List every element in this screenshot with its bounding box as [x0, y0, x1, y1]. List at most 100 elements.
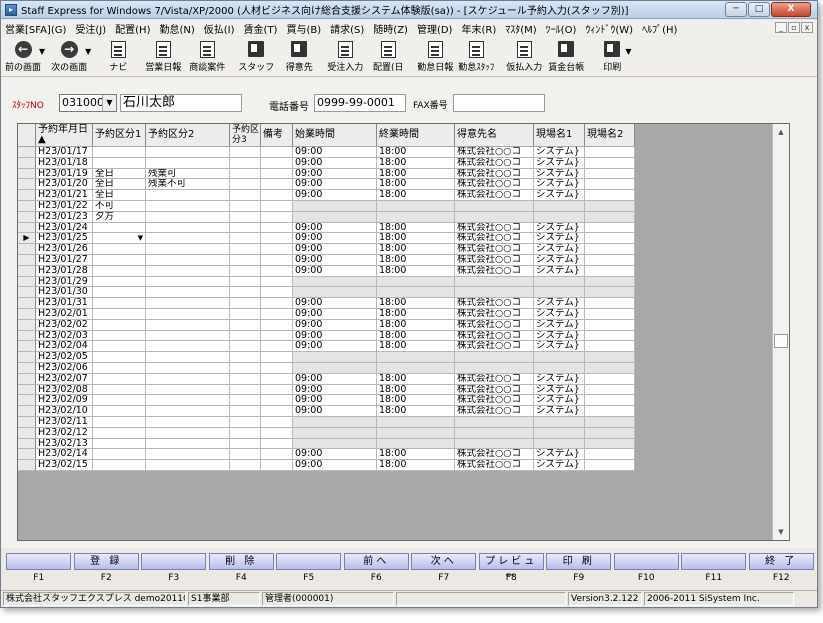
cell-site2[interactable] — [585, 276, 635, 288]
cell-type1[interactable] — [93, 276, 146, 288]
cell-site1[interactable]: システム} — [534, 406, 585, 417]
cell-type2[interactable] — [146, 233, 230, 245]
cell-type2[interactable] — [146, 362, 230, 374]
close-button[interactable]: X — [771, 2, 811, 17]
cell-type2[interactable] — [146, 254, 230, 266]
row-selector[interactable] — [18, 449, 36, 461]
cell-type1[interactable]: 全日 — [93, 179, 146, 191]
cell-site2[interactable] — [585, 384, 635, 396]
cell-type1[interactable] — [93, 395, 146, 407]
cell-start-time[interactable]: 09:00 — [293, 157, 377, 169]
cell-note[interactable] — [261, 200, 293, 212]
cell-note[interactable] — [261, 298, 293, 309]
table-row[interactable]: H23/02/08 09:00 18:00 株式会社○○コ システム} — [18, 384, 635, 396]
cell-customer[interactable]: 株式会社○○コ — [455, 460, 534, 471]
cell-site2[interactable] — [585, 298, 635, 309]
forward-history-dropdown-icon[interactable]: ▼ — [85, 47, 91, 56]
menu-attendance[interactable]: 勤怠(N) — [159, 21, 194, 36]
cell-end-time[interactable]: 18:00 — [377, 157, 455, 169]
cell-site2[interactable] — [585, 362, 635, 374]
cell-site1[interactable] — [534, 427, 585, 439]
col-header-date[interactable]: 予約年月日▲ — [36, 124, 93, 146]
menu-admin[interactable]: 管理(D) — [417, 21, 453, 36]
cell-type3[interactable] — [230, 147, 261, 158]
cell-site2[interactable] — [585, 190, 635, 201]
table-row[interactable]: H23/01/23 夕方 — [18, 211, 635, 223]
cell-note[interactable] — [261, 233, 293, 245]
menu-advance[interactable]: 仮払(I) — [204, 21, 235, 36]
cell-type3[interactable] — [230, 406, 261, 417]
cell-note[interactable] — [261, 373, 293, 385]
menu-yearend[interactable]: 年末(R) — [461, 21, 496, 36]
table-row[interactable]: H23/02/12 — [18, 427, 635, 439]
table-row[interactable]: H23/02/11 — [18, 416, 635, 428]
menu-master[interactable]: ﾏｽﾀ(M) — [505, 21, 536, 36]
cell-site1[interactable]: システム} — [534, 341, 585, 353]
cell-type1[interactable] — [93, 222, 146, 234]
cell-type1[interactable]: 不可 — [93, 200, 146, 212]
row-selector[interactable] — [18, 254, 36, 266]
table-row[interactable]: H23/01/28 09:00 18:00 株式会社○○コ システム} — [18, 265, 635, 277]
cell-type1[interactable] — [93, 254, 146, 266]
cell-type2[interactable] — [146, 287, 230, 299]
cell-site1[interactable]: システム} — [534, 298, 585, 309]
mdi-minimize-button[interactable]: _ — [775, 22, 787, 33]
cell-customer[interactable]: 株式会社○○コ — [455, 341, 534, 353]
cell-customer[interactable] — [455, 438, 534, 450]
table-row[interactable]: H23/02/07 09:00 18:00 株式会社○○コ システム} — [18, 373, 635, 385]
col-header-customer[interactable]: 得意先名 — [455, 124, 534, 146]
cell-start-time[interactable]: 09:00 — [293, 319, 377, 331]
vertical-scrollbar[interactable]: ▲ ▼ — [772, 124, 789, 540]
row-selector[interactable] — [18, 244, 36, 255]
cell-site2[interactable] — [585, 330, 635, 342]
cell-start-time[interactable] — [293, 438, 377, 450]
row-selector[interactable] — [18, 438, 36, 450]
cell-type1[interactable] — [93, 438, 146, 450]
cell-start-time[interactable]: 09:00 — [293, 308, 377, 320]
back-button[interactable]: ← 前の画面 — [3, 37, 43, 75]
cell-type3[interactable] — [230, 395, 261, 407]
cell-type1[interactable] — [93, 319, 146, 331]
cell-start-time[interactable] — [293, 211, 377, 223]
cell-start-time[interactable] — [293, 362, 377, 374]
cell-type2[interactable] — [146, 319, 230, 331]
cell-type1[interactable] — [93, 330, 146, 342]
cell-site1[interactable] — [534, 362, 585, 374]
cell-type3[interactable] — [230, 265, 261, 277]
cell-customer[interactable]: 株式会社○○コ — [455, 449, 534, 461]
row-selector[interactable] — [18, 427, 36, 439]
cell-type2[interactable] — [146, 330, 230, 342]
cell-site2[interactable] — [585, 168, 635, 180]
cell-customer[interactable]: 株式会社○○コ — [455, 168, 534, 180]
menu-placement[interactable]: 配置(H) — [115, 21, 150, 36]
cell-type3[interactable] — [230, 416, 261, 428]
table-row[interactable]: H23/01/20 全日 残業不可 09:00 18:00 株式会社○○コ システム} — [18, 179, 635, 191]
cell-customer[interactable]: 株式会社○○コ — [455, 222, 534, 234]
row-selector[interactable] — [18, 341, 36, 353]
table-row[interactable]: H23/02/04 09:00 18:00 株式会社○○コ システム} — [18, 341, 635, 353]
cell-type3[interactable] — [230, 233, 261, 245]
cell-site1[interactable] — [534, 416, 585, 428]
cell-date[interactable]: H23/01/22 — [36, 200, 93, 212]
table-row[interactable]: H23/01/17 09:00 18:00 株式会社○○コ システム} — [18, 147, 635, 158]
table-row[interactable]: H23/02/02 09:00 18:00 株式会社○○コ システム} — [18, 319, 635, 331]
menu-bonus[interactable]: 買与(B) — [286, 21, 321, 36]
cell-type1[interactable] — [93, 406, 146, 417]
row-selector[interactable] — [18, 362, 36, 374]
cell-type2[interactable] — [146, 438, 230, 450]
menu-help[interactable]: ﾍﾙﾌﾟ(H) — [642, 21, 677, 36]
cell-note[interactable] — [261, 330, 293, 342]
cell-type3[interactable] — [230, 168, 261, 180]
cell-type3[interactable] — [230, 298, 261, 309]
cell-date[interactable]: H23/01/30 — [36, 287, 93, 299]
cell-type2[interactable] — [146, 352, 230, 363]
cell-note[interactable] — [261, 341, 293, 353]
cell-customer[interactable]: 株式会社○○コ — [455, 298, 534, 309]
table-row[interactable]: ▶ H23/01/25 ▼ 09:00 18:00 株式会社○○コ システム} — [18, 233, 635, 245]
cell-type3[interactable] — [230, 319, 261, 331]
table-row[interactable]: H23/01/29 — [18, 276, 635, 288]
cell-type2[interactable] — [146, 244, 230, 255]
cell-type3[interactable] — [230, 179, 261, 191]
cell-start-time[interactable]: 09:00 — [293, 298, 377, 309]
menu-sales[interactable]: 営業[SFA](G) — [5, 21, 66, 36]
